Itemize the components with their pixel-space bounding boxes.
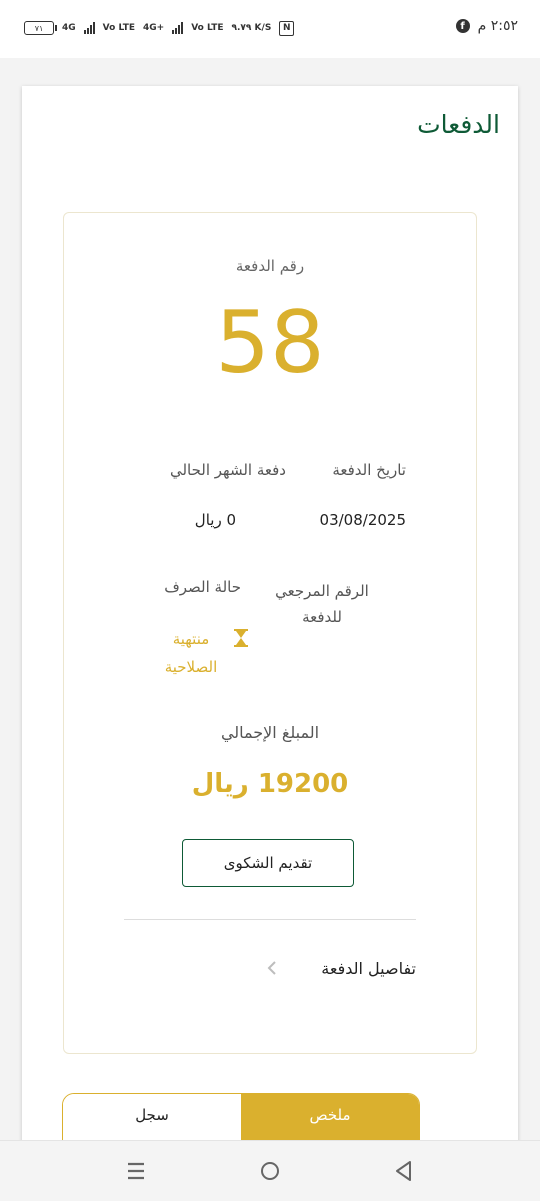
recents-icon[interactable] [124,1159,148,1183]
battery-level: ٧١ [34,23,44,33]
payment-date-label: تاريخ الدفعة [332,461,406,479]
battery-icon: ٧١ [24,21,57,35]
status-time: ٢:٥٢ م [477,18,518,34]
hourglass-icon [234,629,248,647]
payment-card: رقم الدفعة 58 تاريخ الدفعة دفعة الشهر ال… [63,212,477,1054]
payment-details-link[interactable]: تفاصيل الدفعة [264,953,416,983]
signal-bars [172,22,184,34]
signal-icon: 4G [62,22,76,33]
facebook-icon: f [455,19,470,33]
payment-number-label: رقم الدفعة [235,257,305,275]
status-icons: ٧١ 4G Vo LTE 4G+ Vo LTE ٩.٧٩ K/S N [24,16,295,40]
status-time-area: ٢:٥٢ م f [455,18,518,34]
status-bar: ٧١ 4G Vo LTE 4G+ Vo LTE ٩.٧٩ K/S N ٢:٥٢ … [0,0,540,58]
payment-date: 03/08/2025 [319,511,406,529]
signal-icon: 4G+ [142,22,165,33]
total-amount: 19200 ريال [191,769,349,799]
page-title: الدفعات [417,110,500,139]
volte-badge: Vo LTE [102,22,135,33]
payment-details-label: تفاصيل الدفعة [321,958,416,978]
chevron-left-icon [267,961,276,975]
disbursement-status: منتهية الصلاحية [150,625,248,681]
signal-type: 4G+ [142,22,165,33]
disbursement-status-label: حالة الصرف [164,578,241,596]
submit-complaint-button[interactable]: تقديم الشكوى [182,839,354,887]
divider [124,919,416,920]
volte-badge: Vo LTE [191,22,224,33]
back-icon[interactable] [392,1159,416,1183]
total-amount-label: المبلغ الإجمالي [220,723,320,742]
signal-type: 4G [62,22,76,33]
home-icon[interactable] [258,1159,282,1183]
reference-number-label: الرقم المرجعي للدفعة [275,582,369,626]
current-month-value: 0 ريال [194,511,236,529]
payment-number: 58 [215,293,325,393]
system-nav-bar [0,1140,540,1201]
signal-bars [83,22,95,34]
current-month-label: دفعة الشهر الحالي [169,461,286,479]
disbursement-status-text: منتهية الصلاحية [164,630,218,676]
network-speed: ٩.٧٩ K/S [231,22,272,33]
nfc-icon: N [279,20,295,36]
